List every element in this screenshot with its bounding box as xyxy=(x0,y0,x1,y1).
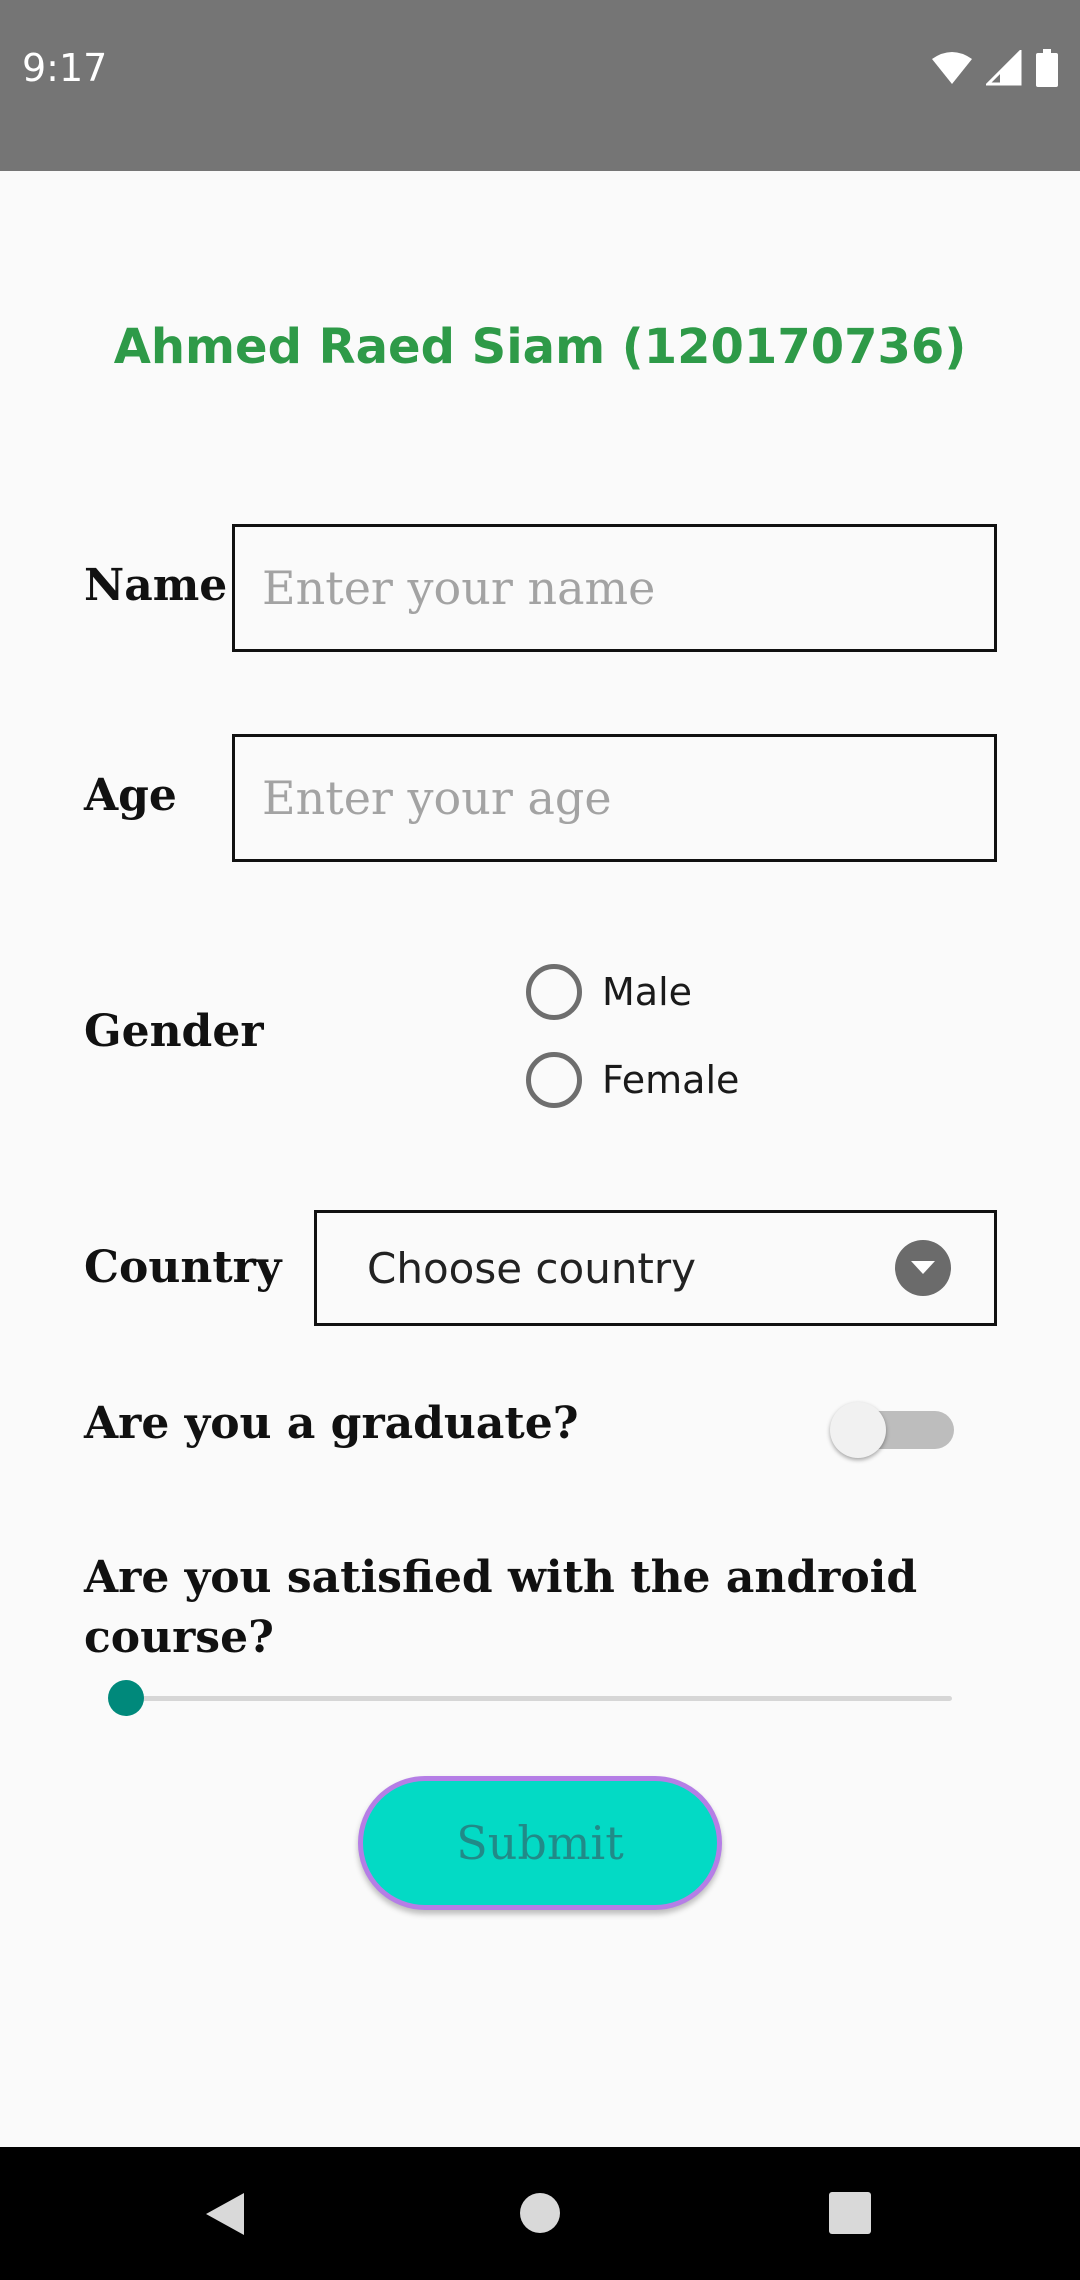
switch-thumb[interactable] xyxy=(830,1402,886,1458)
slider-thumb[interactable] xyxy=(108,1680,144,1716)
wifi-icon xyxy=(932,51,972,85)
name-label: Name xyxy=(84,560,228,611)
graduate-switch[interactable] xyxy=(830,1400,966,1460)
radio-male[interactable]: Male xyxy=(526,962,692,1022)
country-spinner[interactable]: Choose country xyxy=(314,1210,997,1326)
name-input[interactable] xyxy=(232,524,997,652)
battery-icon xyxy=(1036,49,1058,87)
navigation-bar xyxy=(0,2147,1080,2280)
radio-female-label: Female xyxy=(602,1058,740,1102)
radio-female[interactable]: Female xyxy=(526,1050,739,1110)
status-icons xyxy=(932,48,1058,88)
status-bar: 9:17 xyxy=(0,0,1080,171)
slider-track[interactable] xyxy=(126,1696,952,1701)
radio-male-label: Male xyxy=(602,970,693,1014)
satisfaction-slider[interactable] xyxy=(108,1676,956,1720)
recents-icon[interactable] xyxy=(829,2192,871,2238)
page-title: Ahmed Raed Siam (120170736) xyxy=(113,319,967,375)
country-selected-value: Choose country xyxy=(367,1243,697,1293)
status-time: 9:17 xyxy=(22,46,108,90)
radio-button-icon[interactable] xyxy=(526,964,582,1020)
gender-label: Gender xyxy=(84,1006,264,1057)
chevron-down-icon[interactable] xyxy=(895,1240,951,1296)
radio-button-icon[interactable] xyxy=(526,1052,582,1108)
back-icon[interactable] xyxy=(204,2191,246,2241)
app-screen: 9:17 Ahmed Raed Siam (120170736) Name En… xyxy=(0,0,1080,2280)
signal-icon xyxy=(986,50,1022,86)
age-input[interactable] xyxy=(232,734,997,862)
graduate-label: Are you a graduate? xyxy=(84,1398,579,1449)
satisfaction-label: Are you satisfied with the android cours… xyxy=(84,1552,918,1663)
home-icon[interactable] xyxy=(519,2192,561,2238)
country-label: Country xyxy=(84,1242,282,1293)
submit-button[interactable]: Submit xyxy=(358,1776,722,1910)
age-label: Age xyxy=(84,770,177,821)
